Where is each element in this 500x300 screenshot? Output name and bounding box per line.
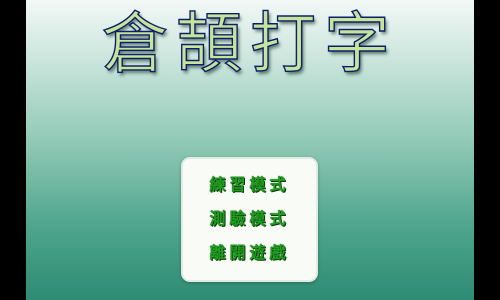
game-window: 倉頡打字 練習模式 測驗模式 離開遊戲 xyxy=(0,0,500,300)
exit-game-button[interactable]: 離開遊戲 xyxy=(183,238,316,268)
practice-mode-button[interactable]: 練習模式 xyxy=(183,170,316,200)
test-mode-button[interactable]: 測驗模式 xyxy=(183,204,316,234)
title-screen: 倉頡打字 練習模式 測驗模式 離開遊戲 xyxy=(26,0,474,300)
left-letterbox-bar xyxy=(0,0,26,300)
game-title: 倉頡打字 xyxy=(101,4,398,82)
main-menu-panel: 練習模式 測驗模式 離開遊戲 xyxy=(181,157,318,282)
right-letterbox-bar xyxy=(474,0,500,300)
